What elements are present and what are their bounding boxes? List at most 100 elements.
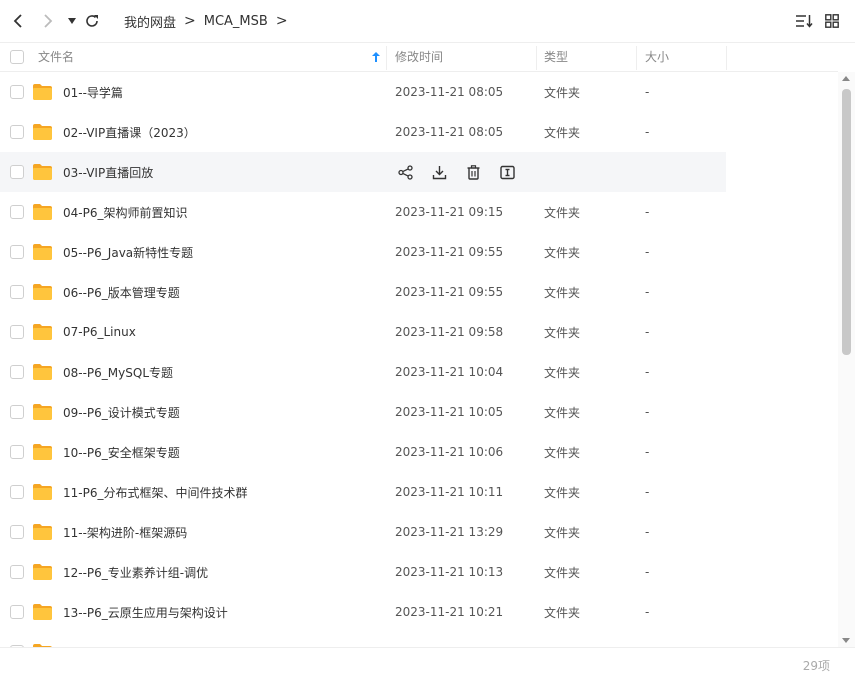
file-size: - <box>645 325 650 339</box>
folder-icon <box>32 243 53 261</box>
column-header-size[interactable]: 大小 <box>645 42 669 71</box>
scrollbar-thumb[interactable] <box>842 89 851 355</box>
table-row[interactable]: 08--P6_MySQL专题 2023-11-21 10:04 文件夹 - <box>0 352 726 392</box>
table-row[interactable]: 09--P6_设计模式专题 2023-11-21 10:05 文件夹 - <box>0 392 726 432</box>
modified-time: 2023-11-21 09:15 <box>395 205 504 219</box>
file-name[interactable]: 10--P6_安全框架专题 <box>63 432 180 472</box>
row-checkbox[interactable] <box>10 405 24 419</box>
table-header: 文件名 修改时间 类型 大小 <box>0 42 838 72</box>
delete-icon[interactable] <box>463 162 483 182</box>
column-divider <box>386 46 387 70</box>
table-row[interactable]: 01--导学篇 2023-11-21 08:05 文件夹 - <box>0 72 726 112</box>
file-type: 文件夹 <box>544 605 581 620</box>
scrollbar[interactable] <box>838 72 855 647</box>
row-checkbox[interactable] <box>10 285 24 299</box>
row-checkbox[interactable] <box>10 445 24 459</box>
row-checkbox[interactable] <box>10 125 24 139</box>
file-name[interactable]: 05--P6_Java新特性专题 <box>63 232 193 272</box>
modified-time: 2023-11-21 10:13 <box>395 565 504 579</box>
table-row[interactable] <box>0 632 726 647</box>
folder-icon <box>32 483 53 501</box>
file-type: 文件夹 <box>544 85 581 100</box>
table-row[interactable]: 03--VIP直播回放 <box>0 152 726 192</box>
item-count: 29项 <box>802 659 830 673</box>
table-row[interactable]: 06--P6_版本管理专题 2023-11-21 09:55 文件夹 - <box>0 272 726 312</box>
file-name[interactable]: 11--架构进阶-框架源码 <box>63 512 187 552</box>
row-checkbox[interactable] <box>10 365 24 379</box>
file-name[interactable]: 06--P6_版本管理专题 <box>63 272 180 312</box>
file-size: - <box>645 85 650 99</box>
select-all-checkbox[interactable] <box>10 50 24 64</box>
row-checkbox[interactable] <box>10 245 24 259</box>
row-checkbox[interactable] <box>10 85 24 99</box>
table-row[interactable]: 04-P6_架构师前置知识 2023-11-21 09:15 文件夹 - <box>0 192 726 232</box>
file-name[interactable]: 13--P6_云原生应用与架构设计 <box>63 592 228 632</box>
folder-icon <box>32 403 53 421</box>
column-header-time[interactable]: 修改时间 <box>395 42 443 71</box>
file-name[interactable]: 04-P6_架构师前置知识 <box>63 192 187 232</box>
refresh-icon[interactable] <box>82 11 102 31</box>
dropdown-icon[interactable] <box>62 11 82 31</box>
file-size: - <box>645 525 650 539</box>
modified-time: 2023-11-21 10:05 <box>395 405 504 419</box>
table-row[interactable]: 10--P6_安全框架专题 2023-11-21 10:06 文件夹 - <box>0 432 726 472</box>
row-checkbox[interactable] <box>10 525 24 539</box>
folder-icon <box>32 203 53 221</box>
row-checkbox[interactable] <box>10 485 24 499</box>
folder-icon <box>32 443 53 461</box>
grid-view-icon[interactable] <box>822 11 842 31</box>
back-icon[interactable] <box>8 11 28 31</box>
rename-icon[interactable] <box>497 162 517 182</box>
modified-time: 2023-11-21 09:55 <box>395 245 504 259</box>
row-checkbox[interactable] <box>10 325 24 339</box>
column-divider <box>726 46 727 70</box>
folder-icon <box>32 323 53 341</box>
file-name[interactable]: 12--P6_专业素养计组-调优 <box>63 552 208 592</box>
folder-icon <box>32 563 53 581</box>
file-name[interactable]: 08--P6_MySQL专题 <box>63 352 173 392</box>
table-row[interactable]: 11--架构进阶-框架源码 2023-11-21 13:29 文件夹 - <box>0 512 726 552</box>
file-name[interactable]: 03--VIP直播回放 <box>63 152 153 192</box>
sort-icon[interactable] <box>794 11 814 31</box>
row-checkbox[interactable] <box>10 165 24 179</box>
breadcrumb-separator: > <box>275 13 288 29</box>
forward-icon[interactable] <box>38 11 58 31</box>
file-name[interactable]: 11-P6_分布式框架、中间件技术群 <box>63 472 247 512</box>
table-row[interactable]: 11-P6_分布式框架、中间件技术群 2023-11-21 10:11 文件夹 - <box>0 472 726 512</box>
row-checkbox[interactable] <box>10 565 24 579</box>
row-checkbox[interactable] <box>10 605 24 619</box>
file-name[interactable]: 07-P6_Linux <box>63 312 136 352</box>
row-checkbox[interactable] <box>10 205 24 219</box>
file-size: - <box>645 285 650 299</box>
file-name[interactable]: 02--VIP直播课（2023） <box>63 112 196 152</box>
breadcrumb-item-root[interactable]: 我的网盘 <box>124 12 176 31</box>
column-header-name[interactable]: 文件名 <box>38 42 74 71</box>
table-row[interactable]: 13--P6_云原生应用与架构设计 2023-11-21 10:21 文件夹 - <box>0 592 726 632</box>
table-row[interactable]: 12--P6_专业素养计组-调优 2023-11-21 10:13 文件夹 - <box>0 552 726 592</box>
file-list: 01--导学篇 2023-11-21 08:05 文件夹 - 02--VIP直播课（20… <box>0 72 838 647</box>
file-size: - <box>645 205 650 219</box>
scroll-up-arrow[interactable] <box>842 76 850 81</box>
file-type: 文件夹 <box>544 485 581 500</box>
modified-time: 2023-11-21 09:58 <box>395 325 504 339</box>
modified-time: 2023-11-21 10:06 <box>395 445 504 459</box>
sort-ascending-icon[interactable] <box>372 42 380 71</box>
download-icon[interactable] <box>429 162 449 182</box>
modified-time: 2023-11-21 08:05 <box>395 125 504 139</box>
status-bar: 29项 <box>0 647 855 680</box>
table-row[interactable]: 02--VIP直播课（2023） 2023-11-21 08:05 文件夹 - <box>0 112 726 152</box>
column-divider <box>636 46 637 70</box>
file-size: - <box>645 125 650 139</box>
table-row[interactable]: 05--P6_Java新特性专题 2023-11-21 09:55 文件夹 - <box>0 232 726 272</box>
breadcrumb-item-current[interactable]: MCA_MSB <box>204 14 268 29</box>
row-actions <box>395 152 517 192</box>
table-row[interactable]: 07-P6_Linux 2023-11-21 09:58 文件夹 - <box>0 312 726 352</box>
file-name[interactable]: 01--导学篇 <box>63 72 123 112</box>
file-name[interactable]: 09--P6_设计模式专题 <box>63 392 180 432</box>
column-header-type[interactable]: 类型 <box>544 42 568 71</box>
folder-icon <box>32 283 53 301</box>
share-icon[interactable] <box>395 162 415 182</box>
scroll-down-arrow[interactable] <box>842 638 850 643</box>
file-size: - <box>645 365 650 379</box>
file-type: 文件夹 <box>544 405 581 420</box>
